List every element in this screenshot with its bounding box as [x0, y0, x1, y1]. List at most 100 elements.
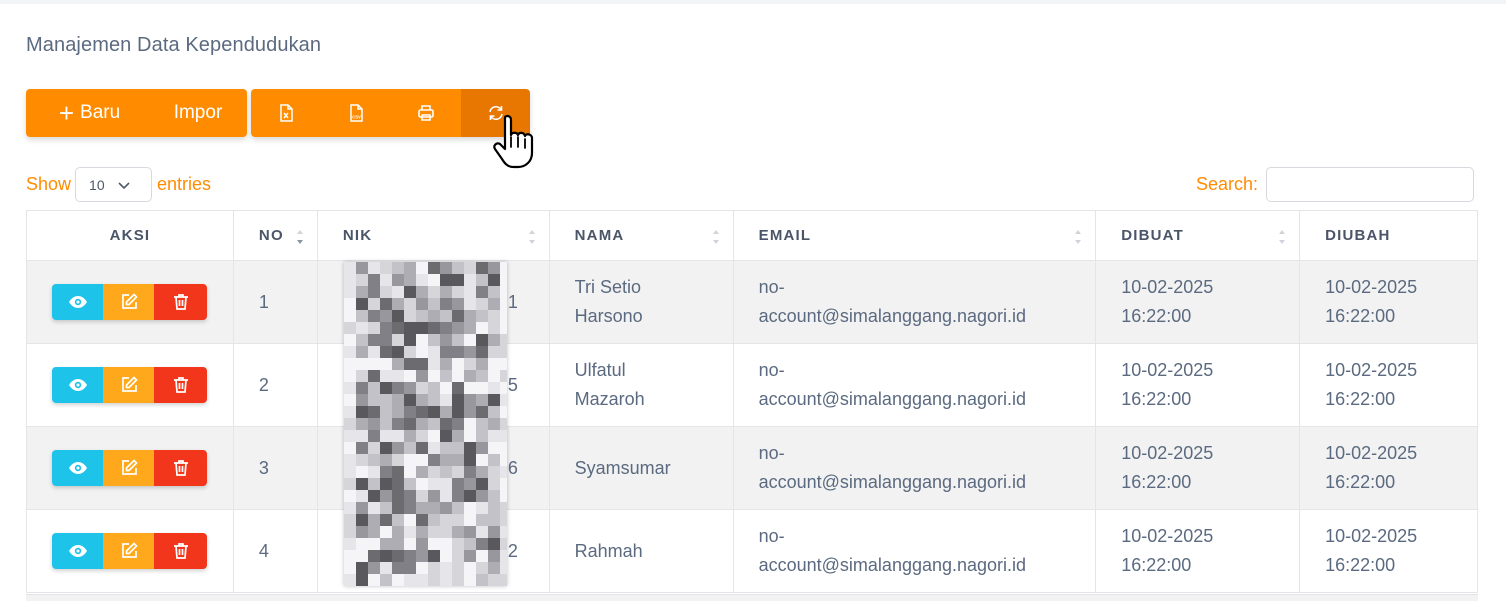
data-table: AKSI NO NIK NAMA EMAIL DIBUAT DIUBAH 1 1 1…: [26, 210, 1478, 593]
excel-icon: [280, 104, 293, 122]
cell-nama: Rahmah: [548, 509, 734, 593]
top-border: [0, 0, 1506, 4]
new-button[interactable]: + Baru: [26, 89, 149, 137]
cell-email: no-account@simalanggang.nagori.id: [732, 260, 1097, 344]
trash-icon: [173, 294, 188, 310]
new-button-label: Baru: [80, 102, 121, 123]
action-cell: [26, 426, 234, 510]
eye-icon: [68, 296, 87, 308]
action-button-group: [52, 533, 208, 569]
cell-no: 4: [232, 509, 318, 593]
cell-diubah: 10-02-2025 16:22:00: [1299, 426, 1478, 510]
view-button[interactable]: [52, 284, 104, 320]
column-header-diubah[interactable]: DIUBAH: [1299, 210, 1478, 261]
sort-icon: [712, 230, 719, 244]
table-header-row: AKSI NO NIK NAMA EMAIL DIBUAT DIUBAH: [26, 210, 1478, 261]
page-title: Manajemen Data Kependudukan: [26, 34, 322, 56]
table-row: 111Tri Setio Harsonono-account@simalangg…: [26, 260, 1478, 344]
action-cell: [26, 509, 234, 593]
search-control: Search:: [1196, 167, 1475, 202]
nik-visible-end: 2: [507, 541, 518, 561]
view-button[interactable]: [52, 367, 104, 403]
nik-visible-end: 5: [507, 375, 518, 395]
trash-icon: [173, 543, 188, 559]
cell-email: no-account@simalanggang.nagori.id: [732, 343, 1097, 427]
edit-icon: [122, 542, 138, 558]
action-cell: [26, 343, 234, 427]
cell-no: 3: [232, 426, 318, 510]
delete-button[interactable]: [154, 450, 208, 486]
column-header-dibuat[interactable]: DIBUAT: [1095, 210, 1301, 261]
cell-email: no-account@simalanggang.nagori.id: [732, 509, 1097, 593]
action-button-group: [52, 284, 208, 320]
nik-visible-end: 1: [507, 292, 518, 312]
sort-icon: [1075, 230, 1082, 244]
search-label: Search:: [1196, 174, 1259, 194]
eye-icon: [68, 545, 87, 557]
export-excel-button[interactable]: [251, 89, 321, 137]
column-header-nik[interactable]: NIK: [316, 210, 550, 261]
sort-icon: [1279, 230, 1286, 244]
csv-icon: CSV: [350, 104, 363, 122]
cell-no: 1: [232, 260, 318, 344]
sort-icon: [528, 230, 535, 244]
trash-icon: [173, 377, 188, 393]
table-row: 215Ulfatul Mazarohno-account@simalanggan…: [26, 343, 1478, 427]
column-header-aksi: AKSI: [26, 210, 234, 261]
entries-length-control: Show 10 entries: [26, 167, 211, 202]
cell-nama: Syamsumar: [548, 426, 734, 510]
entries-label: entries: [157, 174, 212, 194]
trash-icon: [173, 460, 188, 476]
cell-dibuat: 10-02-2025 16:22:00: [1095, 343, 1301, 427]
edit-icon: [122, 376, 138, 392]
cell-email: no-account@simalanggang.nagori.id: [732, 426, 1097, 510]
action-button-group: [52, 450, 208, 486]
primary-button-group: + Baru Impor: [26, 89, 247, 137]
cell-diubah: 10-02-2025 16:22:00: [1299, 509, 1478, 593]
search-input[interactable]: [1266, 167, 1475, 202]
table-row: 412Rahmahno-account@simalanggang.nagori.…: [26, 509, 1478, 593]
view-button[interactable]: [52, 450, 104, 486]
edit-icon: [122, 459, 138, 475]
export-csv-button[interactable]: CSV: [321, 89, 391, 137]
action-cell: [26, 260, 234, 344]
cell-nama: Ulfatul Mazaroh: [548, 343, 734, 427]
eye-icon: [68, 379, 87, 391]
print-icon: [418, 105, 434, 121]
edit-button[interactable]: [103, 533, 155, 569]
edit-button[interactable]: [103, 450, 155, 486]
cell-diubah: 10-02-2025 16:22:00: [1299, 260, 1478, 344]
eye-icon: [68, 462, 87, 474]
action-button-group: [52, 367, 208, 403]
chevron-down-icon: [118, 181, 130, 189]
import-button[interactable]: Impor: [149, 89, 247, 137]
entries-select[interactable]: 10: [75, 167, 153, 202]
next-row-partial: [26, 594, 1478, 601]
cell-no: 2: [232, 343, 318, 427]
plus-icon: +: [58, 98, 75, 128]
cell-dibuat: 10-02-2025 16:22:00: [1095, 509, 1301, 593]
view-button[interactable]: [52, 533, 104, 569]
redacted-nik-overlay: [344, 262, 507, 586]
print-button[interactable]: [391, 89, 461, 137]
table-row: 316Syamsumarno-account@simalanggang.nago…: [26, 426, 1478, 510]
delete-button[interactable]: [154, 367, 208, 403]
edit-button[interactable]: [103, 367, 155, 403]
import-button-label: Impor: [173, 102, 223, 123]
delete-button[interactable]: [154, 284, 208, 320]
cell-diubah: 10-02-2025 16:22:00: [1299, 343, 1478, 427]
entries-select-value: 10: [89, 176, 105, 193]
sort-icon: [296, 230, 303, 244]
show-label: Show: [26, 174, 72, 194]
svg-text:CSV: CSV: [352, 115, 361, 120]
nik-visible-end: 6: [507, 458, 518, 478]
cell-nama: Tri Setio Harsono: [548, 260, 734, 344]
export-button-group: CSV: [251, 89, 530, 137]
column-header-no[interactable]: NO: [232, 210, 318, 261]
edit-icon: [122, 293, 138, 309]
column-header-email[interactable]: EMAIL: [732, 210, 1097, 261]
column-header-nama[interactable]: NAMA: [548, 210, 734, 261]
cell-dibuat: 10-02-2025 16:22:00: [1095, 426, 1301, 510]
edit-button[interactable]: [103, 284, 155, 320]
delete-button[interactable]: [154, 533, 208, 569]
